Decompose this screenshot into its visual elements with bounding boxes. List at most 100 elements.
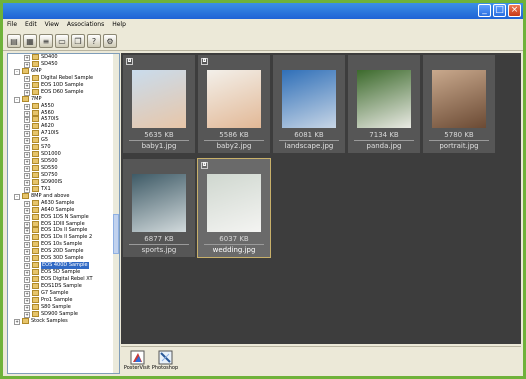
tree-item[interactable]: + S70 <box>8 144 119 152</box>
folder-icon <box>32 178 39 185</box>
tree-item[interactable]: + SD500 <box>8 158 119 166</box>
folder-icon <box>32 81 39 88</box>
thumbnail-card[interactable]: ◘ 5586 KB baby2.jpg <box>198 55 270 153</box>
thumbnail-card[interactable]: 6877 KB sports.jpg <box>123 159 195 257</box>
file-name: sports.jpg <box>141 246 177 254</box>
rotate-icon: ◘ <box>201 162 208 169</box>
tree-item[interactable]: + EOS 400D Sample <box>8 262 119 270</box>
app-launcher[interactable]: PosterVisit <box>123 350 151 371</box>
tree-item[interactable]: + Pro1 Sample <box>8 296 119 304</box>
tree-item-label: SD450 <box>41 60 58 67</box>
folder-icon <box>32 206 39 213</box>
folder-icon <box>32 241 39 248</box>
tree-item[interactable]: + SD900 Sample <box>8 310 119 318</box>
tree-item[interactable]: + SD1000 <box>8 151 119 159</box>
file-size: 5635 KB <box>144 131 174 139</box>
tree-item-label: EOS 5D Sample <box>41 269 81 276</box>
folder-icon <box>32 60 39 67</box>
app-label: Photoshop <box>151 365 179 371</box>
tree-item[interactable]: + A570IS <box>8 116 119 124</box>
tree-item[interactable]: + A640 Sample <box>8 206 119 214</box>
tree-item[interactable]: + S80 Sample <box>8 303 119 311</box>
menu-bar: File Edit View Associations Help <box>3 19 523 31</box>
folder-icon <box>32 310 39 317</box>
menu-help[interactable]: Help <box>111 19 127 31</box>
tree-item[interactable]: + SD750 <box>8 171 119 179</box>
tree-item-label: EOS 1Ds II Sample <box>41 227 88 234</box>
thumbnail-card[interactable]: 7134 KB panda.jpg <box>348 55 420 153</box>
tree-item[interactable]: + G7 Sample <box>8 289 119 297</box>
tree-item-label: Digital Rebel Sample <box>41 74 94 81</box>
tree-item[interactable]: + Digital Rebel Sample <box>8 74 119 82</box>
tree-item[interactable]: + EOS 1DS N Sample <box>8 213 119 221</box>
tree-item[interactable]: + EOS 20D Sample <box>8 248 119 256</box>
tree-item[interactable]: + EOS 5D Sample <box>8 269 119 277</box>
thumbnail-image <box>357 70 411 128</box>
folder-button[interactable]: ▭ <box>55 34 69 48</box>
tree-item[interactable]: + SD450 <box>8 60 119 68</box>
folder-icon <box>32 74 39 81</box>
folder-icon <box>32 151 39 158</box>
tree-item-label: TX1 <box>41 185 51 192</box>
menu-file[interactable]: File <box>6 19 18 31</box>
window-controls: _ □ × <box>478 4 521 17</box>
tree-item[interactable]: + A620 <box>8 123 119 131</box>
tree-item[interactable]: + EOS 1Ds II Sample <box>8 227 119 235</box>
tree-item[interactable]: + TX1 <box>8 185 119 193</box>
tree-item[interactable]: + A560 <box>8 109 119 117</box>
tree-item[interactable]: -7MP <box>8 95 119 103</box>
minimize-button[interactable]: _ <box>478 4 491 17</box>
tree-item[interactable]: + Stock Samples <box>8 317 119 325</box>
tree-item[interactable]: + EOS1DS Sample <box>8 282 119 290</box>
close-button[interactable]: × <box>508 4 521 17</box>
tree-item[interactable]: -8MP and above <box>8 192 119 200</box>
menu-view[interactable]: View <box>44 19 60 31</box>
tree-item-label: A630 Sample <box>41 199 75 206</box>
folder-tree[interactable]: + SD400 + SD450-6MP + Digital Rebel Sample + EO… <box>7 53 120 374</box>
tree-item[interactable]: + G5 <box>8 137 119 145</box>
thumbnail-card[interactable]: ◘ 6037 KB wedding.jpg <box>197 158 271 258</box>
thumbnail-card[interactable]: 6081 KB landscape.jpg <box>273 55 345 153</box>
view-icon: ▦ <box>26 37 34 46</box>
settings-icon: ⚙ <box>106 37 114 46</box>
tree-item-label: G7 Sample <box>41 289 69 296</box>
tree-item[interactable]: + A550 <box>8 102 119 110</box>
poster-icon <box>130 350 145 365</box>
app-launcher[interactable]: Photoshop <box>151 350 179 371</box>
tree-item-label: SD400 <box>41 54 58 60</box>
tree-item[interactable]: + SD550 <box>8 165 119 172</box>
tree-item-label: EOS 20D Sample <box>41 248 84 255</box>
open-folder-button[interactable]: ▤ <box>7 34 21 48</box>
folder-icon: ▭ <box>58 37 66 46</box>
rotate-icon: ◘ <box>201 58 208 65</box>
tree-item[interactable]: -6MP <box>8 67 119 75</box>
file-name: portrait.jpg <box>439 142 479 150</box>
list-button[interactable]: ≡ <box>39 34 53 48</box>
tree-item-label: EOS D60 Sample <box>41 88 84 95</box>
copy-button[interactable]: ❐ <box>71 34 85 48</box>
tree-item[interactable]: + EOS 10s Sample <box>8 241 119 249</box>
tree-item[interactable]: + SD400 <box>8 54 119 61</box>
tree-item[interactable]: + EOS 10D Sample <box>8 81 119 89</box>
maximize-button[interactable]: □ <box>493 4 506 17</box>
folder-icon <box>32 144 39 151</box>
expand-icon[interactable]: + <box>14 318 20 325</box>
tree-item[interactable]: + A710IS <box>8 130 119 138</box>
file-size: 6037 KB <box>219 235 249 243</box>
thumbnail-card[interactable]: 5780 KB portrait.jpg <box>423 55 495 153</box>
tree-item[interactable]: + EOS Digital Rebel XT <box>8 276 119 283</box>
tree-item[interactable]: + EOS 30D Sample <box>8 255 119 263</box>
folder-icon <box>32 102 39 109</box>
menu-associations[interactable]: Associations <box>66 19 105 31</box>
view-button[interactable]: ▦ <box>23 34 37 48</box>
tree-item[interactable]: + EOS 1DIII Sample <box>8 220 119 228</box>
tree-item[interactable]: + EOS 1Ds II Sample 2 <box>8 234 119 242</box>
thumbnail-card[interactable]: ◘ 5635 KB baby1.jpg <box>123 55 195 153</box>
tree-item[interactable]: + EOS D60 Sample <box>8 88 119 96</box>
help-button[interactable]: ? <box>87 34 101 48</box>
menu-edit[interactable]: Edit <box>24 19 38 31</box>
tree-item[interactable]: + SD900IS <box>8 178 119 186</box>
folder-icon <box>32 116 39 123</box>
settings-button[interactable]: ⚙ <box>103 34 117 48</box>
tree-item[interactable]: + A630 Sample <box>8 199 119 207</box>
